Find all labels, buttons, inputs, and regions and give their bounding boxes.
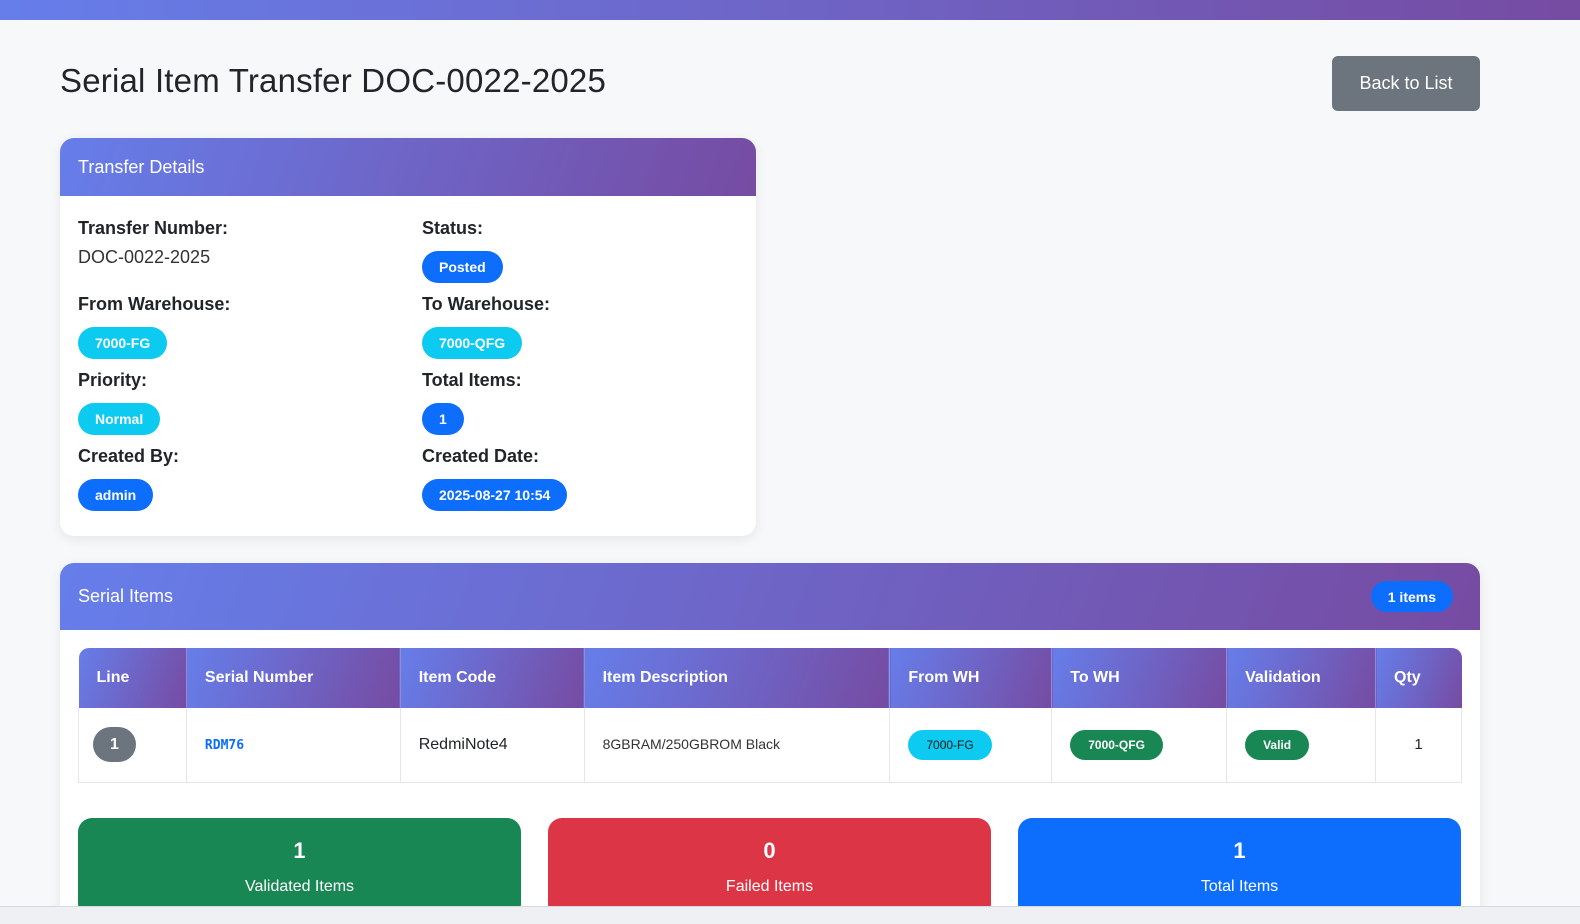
transfer-number-field: Transfer Number: DOC-0022-2025 [78, 218, 228, 268]
description-cell: 8GBRAM/250GBROM Black [584, 708, 891, 783]
item-description-text: 8GBRAM/250GBROM Black [602, 736, 780, 753]
from-warehouse-badge: 7000-FG [78, 327, 168, 359]
line-number-badge: 1 [93, 727, 136, 763]
table-header-row: Line Serial Number Item Code Item Descri… [78, 648, 1462, 708]
created-by-field: Created By: admin [78, 446, 179, 511]
transfer-number-label: Transfer Number: [78, 218, 229, 238]
transfer-details-card: Transfer Details Transfer Number: DOC-00… [60, 138, 756, 536]
to-wh-badge: 7000-QFG [1070, 729, 1163, 760]
col-item-code[interactable]: Item Code [400, 648, 585, 708]
total-items-stat-value: 1 [1233, 838, 1246, 863]
total-items-badge: 1 [422, 403, 464, 435]
created-date-label: Created Date: [422, 446, 540, 466]
total-items-stat: 1 Total Items [1018, 818, 1461, 918]
to-warehouse-field: To Warehouse: 7000-QFG [422, 294, 550, 359]
transfer-number-value: DOC-0022-2025 [78, 247, 211, 267]
item-code-text: RedmiNote4 [418, 735, 508, 753]
col-qty[interactable]: Qty [1375, 648, 1462, 708]
qty-text: 1 [1414, 736, 1423, 754]
serial-items-header: Serial Items 1 items [60, 563, 1480, 630]
top-gradient-bar [0, 0, 1580, 20]
total-items-label: Total Items: [422, 370, 522, 390]
status-badge: Posted [422, 251, 503, 283]
page-title: Serial Item Transfer DOC-0022-2025 [60, 62, 607, 99]
bottom-edge-strip [0, 906, 1580, 924]
priority-badge: Normal [78, 403, 161, 435]
total-items-field: Total Items: 1 [422, 370, 522, 435]
col-from-wh[interactable]: From WH [889, 648, 1053, 708]
serial-number-link[interactable]: RDM76 [205, 738, 244, 753]
table-row: 1 RDM76 RedmiNote4 8GBRAM/250GBROM Black… [78, 708, 1462, 783]
priority-field: Priority: Normal [78, 370, 161, 435]
created-date-badge: 2025-08-27 10:54 [422, 479, 568, 511]
qty-cell: 1 [1375, 708, 1462, 783]
serial-items-card: Serial Items 1 items Line Serial Number … [60, 563, 1480, 924]
item-code-cell: RedmiNote4 [400, 708, 585, 783]
validation-cell: Valid [1226, 708, 1376, 783]
from-wh-cell: 7000-FG [889, 708, 1053, 783]
back-to-list-button[interactable]: Back to List [1332, 56, 1480, 111]
serial-items-title: Serial Items [78, 586, 174, 606]
failed-items-stat: 0 Failed Items [548, 818, 991, 918]
created-date-field: Created Date: 2025-08-27 10:54 [422, 446, 568, 511]
total-items-stat-label: Total Items [1200, 878, 1279, 895]
validated-items-label: Validated Items [244, 878, 355, 895]
failed-items-label: Failed Items [725, 878, 814, 895]
items-count-badge: 1 items [1370, 581, 1453, 612]
transfer-details-header: Transfer Details [60, 138, 756, 196]
status-field: Status: Posted [422, 218, 503, 283]
validation-badge: Valid [1245, 729, 1310, 760]
failed-items-value: 0 [763, 838, 776, 863]
serial-cell: RDM76 [186, 708, 401, 783]
col-validation[interactable]: Validation [1226, 648, 1376, 708]
from-warehouse-label: From Warehouse: [78, 294, 231, 314]
col-item-description[interactable]: Item Description [584, 648, 891, 708]
line-cell: 1 [78, 708, 187, 783]
col-to-wh[interactable]: To WH [1051, 648, 1228, 708]
created-by-badge: admin [78, 479, 154, 511]
status-label: Status: [422, 218, 484, 238]
to-warehouse-badge: 7000-QFG [422, 327, 523, 359]
col-line[interactable]: Line [78, 648, 187, 708]
to-wh-cell: 7000-QFG [1051, 708, 1228, 783]
col-serial-number[interactable]: Serial Number [186, 648, 401, 708]
validated-items-value: 1 [293, 838, 306, 863]
from-wh-badge: 7000-FG [908, 729, 992, 760]
to-warehouse-label: To Warehouse: [422, 294, 551, 314]
created-by-label: Created By: [78, 446, 180, 466]
priority-label: Priority: [78, 370, 148, 390]
serial-items-table: Line Serial Number Item Code Item Descri… [78, 648, 1462, 783]
validated-items-stat: 1 Validated Items [78, 818, 521, 918]
from-warehouse-field: From Warehouse: 7000-FG [78, 294, 230, 359]
